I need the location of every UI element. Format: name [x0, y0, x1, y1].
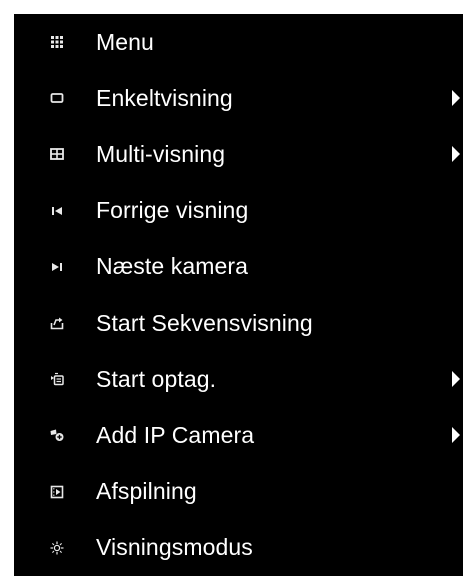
menu-item-afspilning[interactable]: Afspilning: [14, 464, 463, 520]
grid-icon: [50, 35, 64, 49]
view-mode-icon: [50, 541, 64, 555]
menu-item-label: Start optag.: [96, 365, 217, 392]
menu-item-multi-visning[interactable]: Multi-visning: [14, 126, 463, 182]
submenu-arrow-icon: [452, 427, 460, 444]
menu-item-label: Visningsmodus: [96, 534, 253, 561]
previous-icon: [50, 204, 64, 218]
add-ip-camera-icon: [50, 428, 64, 442]
menu-item-start-sekvensvisning[interactable]: Start Sekvensvisning: [14, 295, 463, 351]
sequence-icon: [50, 316, 64, 330]
menu-item-label: Afspilning: [96, 478, 197, 505]
record-icon: [50, 372, 64, 386]
menu-item-label: Næste kamera: [96, 253, 249, 280]
menu-item-start-optag[interactable]: Start optag.: [14, 351, 463, 407]
submenu-arrow-icon: [452, 90, 460, 107]
menu-item-label: Enkeltvisning: [96, 84, 233, 111]
menu-item-naeste-kamera[interactable]: Næste kamera: [14, 239, 463, 295]
context-menu: Menu Enkeltvisning Multi-visning Forrige…: [14, 14, 463, 576]
menu-item-forrige-visning[interactable]: Forrige visning: [14, 183, 463, 239]
single-view-icon: [50, 91, 64, 105]
menu-item-menu[interactable]: Menu: [14, 14, 463, 70]
next-icon: [50, 260, 64, 274]
menu-item-label: Forrige visning: [96, 197, 249, 224]
menu-item-label: Multi-visning: [96, 140, 226, 167]
menu-item-enkeltvisning[interactable]: Enkeltvisning: [14, 70, 463, 126]
submenu-arrow-icon: [452, 146, 460, 163]
menu-item-label: Start Sekvensvisning: [96, 309, 313, 336]
multi-view-icon: [50, 147, 64, 161]
menu-item-label: Add IP Camera: [96, 421, 255, 448]
playback-icon: [50, 485, 64, 499]
menu-item-label: Menu: [96, 28, 154, 55]
menu-item-visningsmodus[interactable]: Visningsmodus: [14, 520, 463, 576]
menu-item-add-ip-camera[interactable]: Add IP Camera: [14, 407, 463, 463]
submenu-arrow-icon: [452, 371, 460, 388]
